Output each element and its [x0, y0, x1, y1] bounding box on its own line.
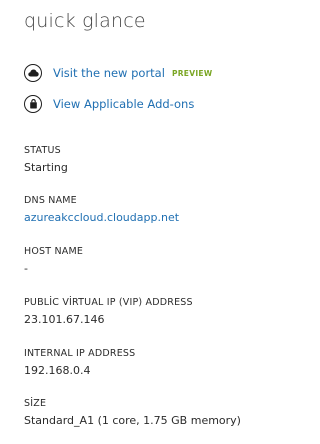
view-addons-label[interactable]: View Applicable Add-ons [53, 97, 194, 111]
host-name-value: - [24, 262, 28, 275]
internal-ip-label: INTERNAL IP ADDRESS [24, 348, 136, 359]
visit-new-portal-label[interactable]: Visit the new portal [53, 66, 165, 80]
preview-badge: PREVIEW [171, 68, 213, 78]
size-value: Standard_A1 (1 core, 1.75 GB memory) [24, 414, 241, 427]
public-vip-value: 23.101.67.146 [24, 313, 105, 326]
public-vip-label: PUBLİC VİRTUAL IP (VIP) ADDRESS [24, 297, 193, 308]
view-addons-link[interactable]: View Applicable Add-ons [24, 95, 194, 113]
shopping-bag-icon [24, 95, 42, 113]
dns-name-link[interactable]: azureakccloud.cloudapp.net [24, 211, 260, 225]
size-field: SİZE Standard_A1 (1 core, 1.75 GB memory… [24, 398, 260, 428]
dns-name-field: DNS NAME azureakccloud.cloudapp.net [24, 195, 260, 225]
dns-name-label: DNS NAME [24, 195, 77, 206]
status-value: Starting [24, 161, 68, 174]
cloud-icon [24, 64, 42, 82]
status-field: STATUS Starting [24, 145, 260, 175]
visit-new-portal-link[interactable]: Visit the new portal PREVIEW [24, 64, 212, 82]
internal-ip-field: INTERNAL IP ADDRESS 192.168.0.4 [24, 348, 260, 378]
host-name-field: HOST NAME - [24, 246, 260, 276]
panel-title: quick glance [24, 10, 146, 32]
size-label: SİZE [24, 398, 47, 409]
public-vip-field: PUBLİC VİRTUAL IP (VIP) ADDRESS 23.101.6… [24, 297, 260, 327]
host-name-label: HOST NAME [24, 246, 84, 257]
status-label: STATUS [24, 145, 61, 156]
internal-ip-value: 192.168.0.4 [24, 364, 91, 377]
